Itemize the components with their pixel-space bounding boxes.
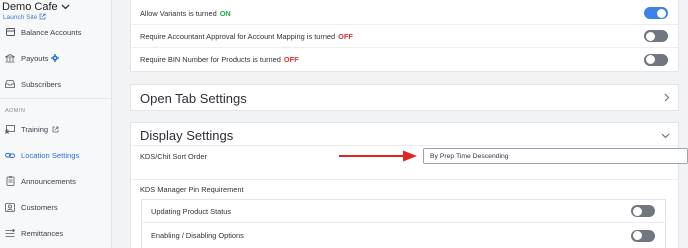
setting-label: Require BIN Number for Products is turne…: [140, 55, 281, 64]
bin-number-toggle[interactable]: [644, 53, 668, 66]
allow-variants-toggle[interactable]: [644, 7, 668, 19]
pin-requirement-row: KDS Manager Pin Requirement: [131, 179, 678, 199]
sidebar-divider: [0, 98, 111, 99]
kds-sort-order-select[interactable]: By Prep Time Descending: [423, 148, 688, 164]
sidebar-item-label: Subscribers: [21, 79, 62, 89]
open-tab-settings-title: Open Tab Settings: [140, 91, 247, 106]
brand-switcher[interactable]: Demo Cafe: [2, 1, 70, 13]
chevron-down-icon[interactable]: [661, 131, 670, 141]
remittances-icon: [5, 228, 15, 238]
main-content: Allow Variants is turned ON Require Acco…: [112, 0, 688, 248]
sidebar-item-location-settings[interactable]: Location Settings: [0, 145, 111, 165]
status-on: ON: [219, 8, 231, 18]
pin-requirement-list: Updating Product Status Enabling / Disab…: [141, 199, 666, 248]
chevron-down-icon: [61, 2, 70, 12]
sidebar-item-balance-accounts[interactable]: Balance Accounts: [0, 22, 111, 42]
setting-row-bin-number: Require BIN Number for Products is turne…: [131, 48, 678, 71]
pin-item-updating-product-status: Updating Product Status: [142, 200, 665, 223]
pin-item-label: Enabling / Disabling Options: [151, 231, 244, 240]
pin-requirement-label: KDS Manager Pin Requirement: [140, 184, 244, 194]
sidebar-item-announcements[interactable]: Announcements: [0, 171, 111, 191]
customers-icon: [5, 202, 15, 212]
external-link-icon: [52, 126, 59, 133]
sidebar-item-remittances[interactable]: Remittances: [0, 223, 111, 243]
announcement-icon: [5, 176, 15, 186]
sidebar-item-label: Announcements: [21, 176, 76, 186]
red-arrow-annotation: [339, 150, 417, 162]
sidebar-item-label: Customers: [21, 202, 58, 212]
display-settings-panel: Display Settings KDS/Chit Sort Order By …: [130, 122, 688, 248]
sidebar-item-payouts[interactable]: Payouts: [0, 48, 111, 68]
sidebar-item-label: Training: [21, 124, 49, 134]
sidebar-item-customers[interactable]: Customers: [0, 197, 111, 217]
sidebar-item-label: Payouts: [21, 53, 49, 63]
kds-sort-label: KDS/Chit Sort Order: [140, 151, 207, 161]
sidebar-item-training[interactable]: Training: [0, 119, 111, 139]
inbox-icon: [5, 79, 15, 89]
enabling-disabling-options-toggle[interactable]: [631, 229, 655, 242]
launch-site-link[interactable]: Launch Site: [3, 13, 46, 22]
link-icon: [5, 150, 15, 160]
bank-icon: [5, 53, 15, 63]
sidebar-item-label: Balance Accounts: [21, 27, 82, 37]
sidebar-item-label: Remittances: [21, 228, 64, 238]
sidebar: Demo Cafe Launch Site Balance Accounts P…: [0, 0, 112, 248]
setting-label: Allow Variants is turned: [140, 8, 217, 18]
updating-product-status-toggle[interactable]: [631, 205, 655, 217]
external-link-icon: [39, 13, 46, 22]
bank-card-icon: [5, 27, 15, 37]
sidebar-section-admin: ADMIN: [5, 108, 26, 114]
setting-label: Require Accountant Approval for Account …: [140, 31, 336, 41]
setting-row-allow-variants: Allow Variants is turned ON: [131, 2, 678, 25]
kds-sort-value: By Prep Time Descending: [430, 152, 509, 160]
launch-site-label: Launch Site: [3, 14, 38, 21]
training-icon: [5, 124, 15, 134]
sidebar-item-label: Location Settings: [21, 150, 80, 160]
pin-item-label: Updating Product Status: [151, 206, 232, 216]
status-off: OFF: [283, 55, 299, 64]
setting-row-accountant-approval: Require Accountant Approval for Account …: [131, 25, 678, 48]
display-settings-title[interactable]: Display Settings: [140, 128, 233, 143]
pin-item-enabling-disabling-options: Enabling / Disabling Options: [142, 224, 665, 247]
status-off: OFF: [338, 31, 353, 41]
gear-icon[interactable]: [51, 54, 60, 62]
accountant-approval-toggle[interactable]: [644, 30, 668, 42]
settings-card: Allow Variants is turned ON Require Acco…: [130, 0, 679, 72]
chevron-right-icon: [664, 93, 670, 104]
open-tab-settings-panel[interactable]: Open Tab Settings: [130, 84, 679, 111]
sidebar-item-subscribers[interactable]: Subscribers: [0, 74, 111, 94]
brand-name: Demo Cafe: [2, 1, 58, 13]
